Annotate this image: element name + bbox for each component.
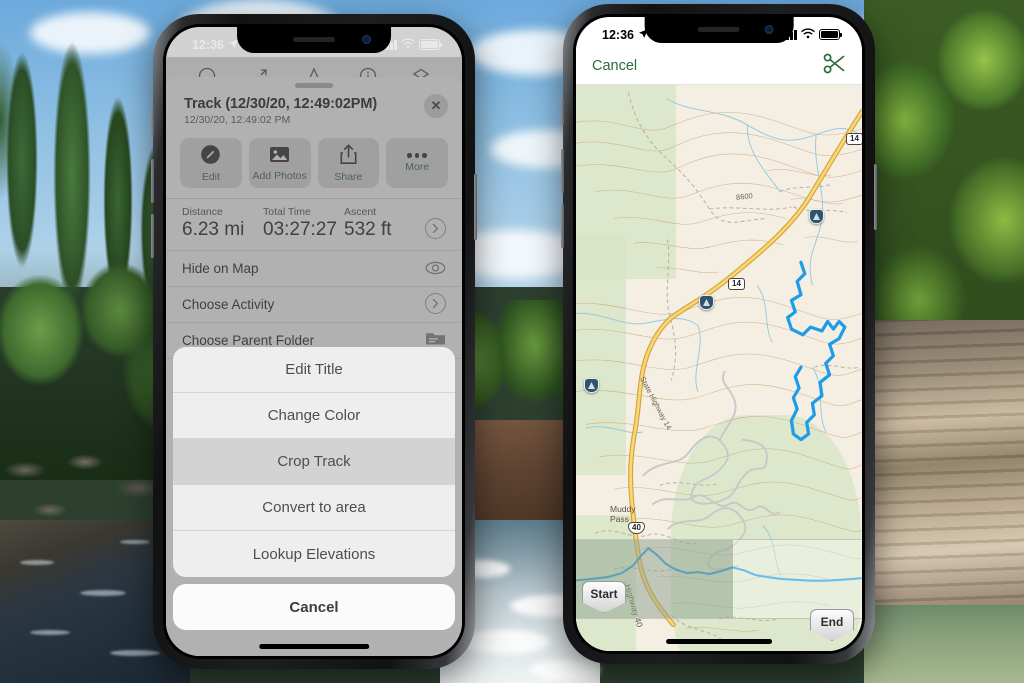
scissors-icon[interactable] [823,52,846,80]
photo-icon [269,145,290,167]
action-sheet-cancel-button[interactable]: Cancel [173,584,455,630]
wifi-icon [401,37,415,52]
stat-ascent: Ascent 532 ft [344,206,425,241]
screen-left: Track (12/30/20, 12:49:02PM) 12/30/20, 1… [166,27,462,656]
action-change-color[interactable]: Change Color [173,393,455,439]
more-label: More [405,160,430,173]
right-cliff-rock [864,320,1024,620]
quick-action-row: Edit Add Photos Share More [166,130,462,198]
home-indicator[interactable] [666,639,772,644]
topographic-map[interactable]: 8600 State Highway 14 Muddy Pass Highway… [576,85,862,651]
row-hide-on-map-label: Hide on Map [182,261,259,276]
stat-ascent-value: 532 ft [344,219,392,240]
chevron-right-circle-icon[interactable] [425,218,446,239]
stat-distance: Distance 6.23 mi [182,206,263,241]
battery-icon [819,29,843,40]
action-crop-track[interactable]: Crop Track [173,439,455,485]
share-label: Share [334,170,363,183]
notch [644,17,794,43]
stat-ascent-key: Ascent [344,206,377,218]
add-photos-button[interactable]: Add Photos [248,138,311,188]
row-choose-activity-label: Choose Activity [182,297,275,312]
edit-button[interactable]: Edit [180,138,242,188]
stat-total-time-key: Total Time [263,206,311,218]
battery-icon [419,39,443,50]
earpiece-speaker [293,37,335,42]
share-button[interactable]: Share [317,138,380,188]
more-button[interactable]: More [386,138,448,188]
campground-marker[interactable] [699,295,714,310]
eye-icon [425,257,446,278]
action-lookup-elevations[interactable]: Lookup Elevations [173,531,455,577]
stat-total-time: Total Time 03:27:27 [263,206,344,241]
route-shield-14-mid: 14 [728,278,745,290]
phone-device-right: Cancel 8600 State Highway 14 Muddy Pass … [561,4,877,664]
stat-distance-value: 6.23 mi [182,219,245,240]
canyon-right [864,0,1024,683]
right-water [864,605,1024,683]
status-time: 12:36 [602,27,634,42]
track-title: Track (12/30/20, 12:49:02PM) [184,96,378,112]
wifi-icon [801,27,815,42]
front-camera [361,35,371,44]
row-choose-parent-folder-label: Choose Parent Folder [182,333,315,348]
notch [237,27,391,53]
ellipsis-icon [407,153,427,158]
crop-navbar: Cancel [576,47,862,85]
sheet-header: Track (12/30/20, 12:49:02PM) 12/30/20, 1… [166,88,462,130]
row-choose-activity[interactable]: Choose Activity [166,286,462,322]
pencil-circle-icon [200,144,221,168]
campground-marker[interactable] [809,209,824,224]
chevron-right-circle-icon [425,293,446,314]
status-time: 12:36 [192,37,224,52]
action-convert-to-area[interactable]: Convert to area [173,485,455,531]
elevation-profile-panel[interactable] [576,539,862,619]
row-hide-on-map[interactable]: Hide on Map [166,250,462,286]
screen-right: Cancel 8600 State Highway 14 Muddy Pass … [576,17,862,651]
track-stats-row[interactable]: Distance 6.23 mi Total Time 03:27:27 Asc… [166,198,462,250]
map-label-elevation: 8600 [735,191,754,202]
action-sheet-group: Edit Title Change Color Crop Track Conve… [173,347,455,577]
home-indicator[interactable] [259,644,369,649]
edit-label: Edit [201,170,220,183]
cancel-button[interactable]: Cancel [592,58,637,74]
campground-marker[interactable] [584,378,599,393]
route-shield-14-north: 14 [846,133,862,145]
add-photos-label: Add Photos [252,169,307,182]
track-timestamp: 12/30/20, 12:49:02 PM [184,114,291,126]
action-edit-title[interactable]: Edit Title [173,347,455,393]
earpiece-speaker [698,27,740,32]
close-button[interactable]: ✕ [424,94,448,118]
phone-device-left: Track (12/30/20, 12:49:02PM) 12/30/20, 1… [151,14,477,669]
stat-total-time-value: 03:27:27 [263,219,337,240]
stat-distance-key: Distance [182,206,223,218]
action-sheet: Edit Title Change Color Crop Track Conve… [173,347,455,630]
share-icon [339,143,358,168]
front-camera [764,25,774,34]
